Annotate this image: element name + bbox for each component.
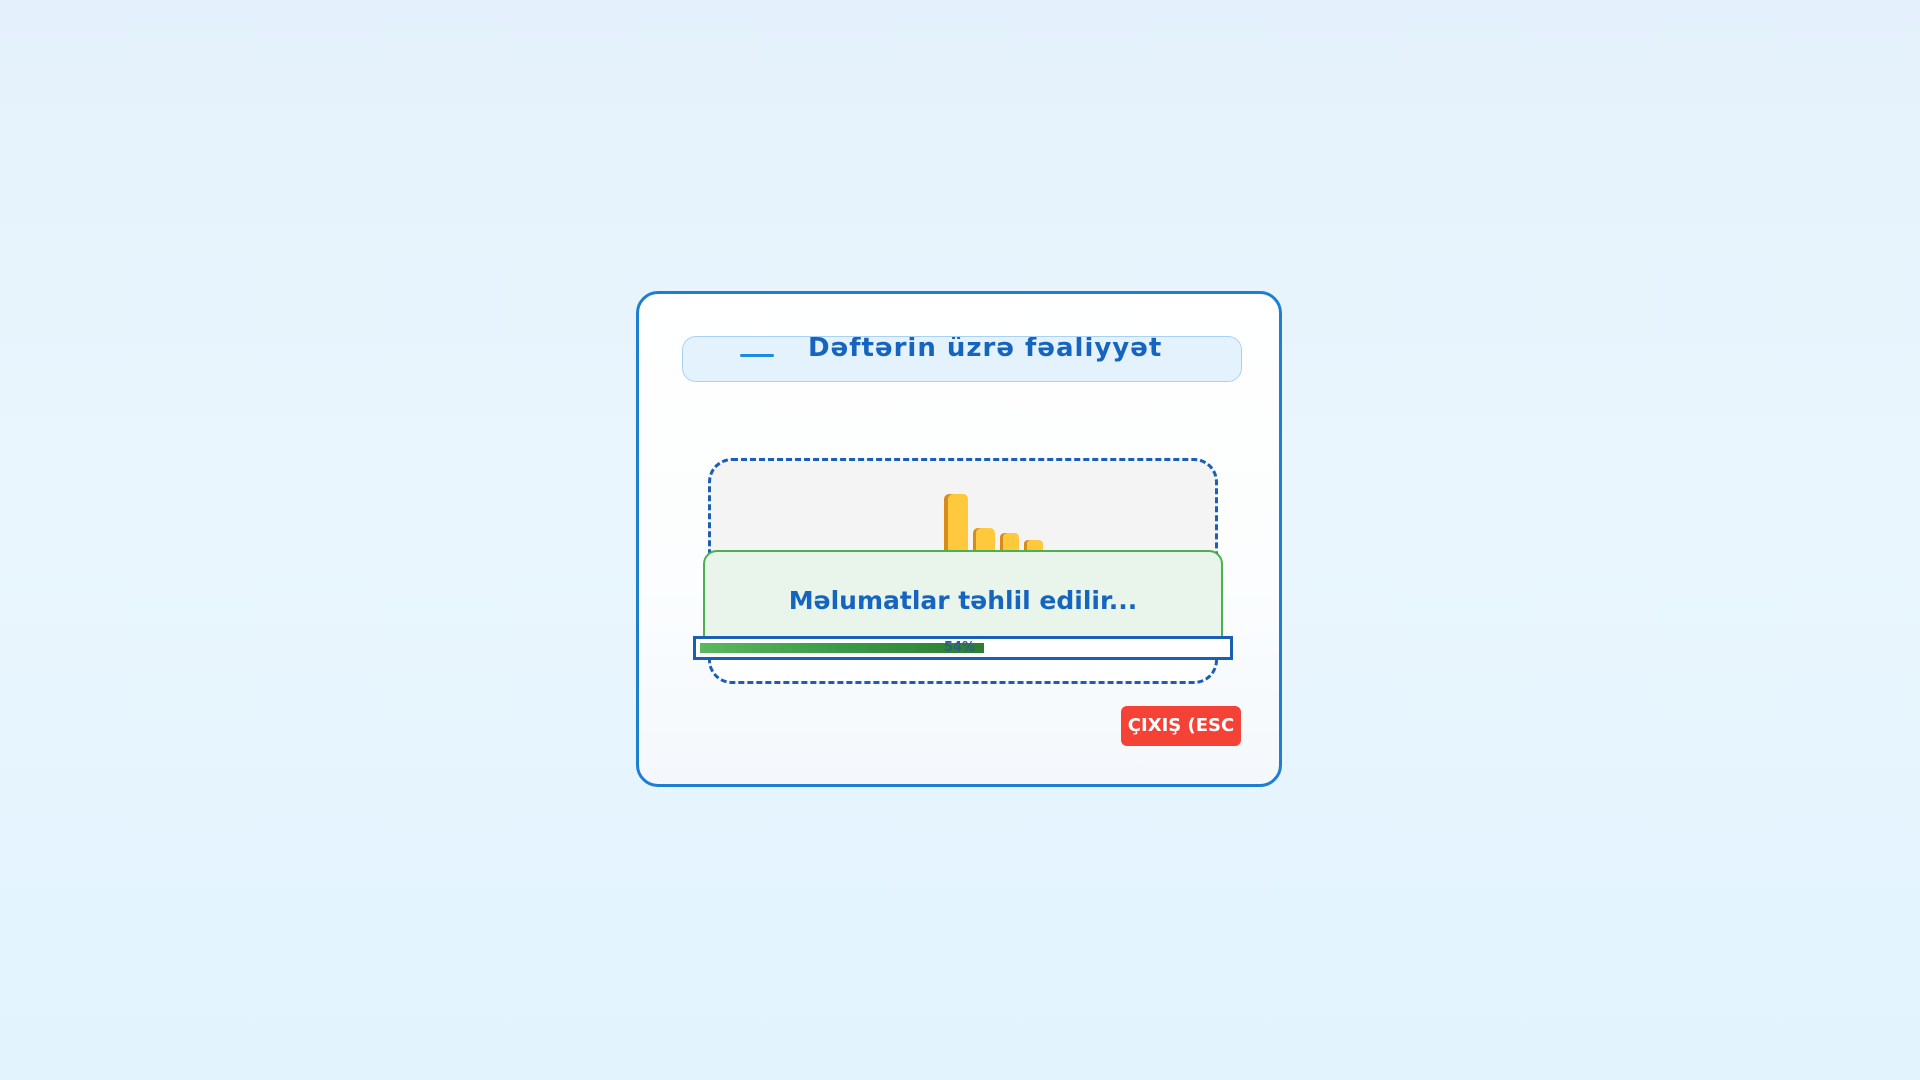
progress-label: 54% (944, 640, 976, 655)
minus-icon (740, 354, 774, 357)
progress-bar: 54% (693, 636, 1233, 660)
dialog-title: Dəftərin üzrə fəaliyyət (808, 336, 1163, 363)
progress-fill (700, 643, 985, 653)
dialog-header: Dəftərin üzrə fəaliyyət (682, 336, 1242, 382)
analysis-dialog: Dəftərin üzrə fəaliyyət Məlumatlar təhli… (636, 291, 1282, 787)
status-message: Məlumatlar təhlil edilir... (788, 586, 1138, 615)
pointing-hand-icon (944, 494, 1043, 554)
exit-button[interactable]: ÇIXIŞ (ESC (1121, 706, 1241, 746)
status-card: Məlumatlar təhlil edilir... (703, 550, 1223, 640)
